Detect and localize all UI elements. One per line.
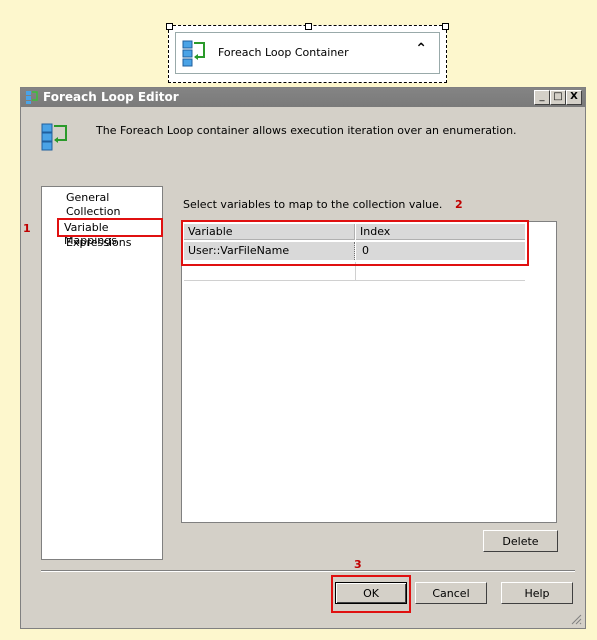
collapse-chevron-icon[interactable]: ⌃ bbox=[415, 41, 427, 57]
annotation-highlight-2 bbox=[181, 220, 529, 266]
mapping-instructions: Select variables to map to the collectio… bbox=[183, 198, 443, 211]
ok-button[interactable]: OK bbox=[335, 582, 407, 604]
window-title: Foreach Loop Editor bbox=[43, 90, 179, 104]
container-title: Foreach Loop Container bbox=[218, 46, 349, 59]
delete-button[interactable]: Delete bbox=[483, 530, 558, 552]
foreach-loop-container-shape[interactable]: Foreach Loop Container ⌃ bbox=[166, 23, 449, 83]
title-bar[interactable]: Foreach Loop Editor _ □ X bbox=[21, 88, 585, 107]
editor-description: The Foreach Loop container allows execut… bbox=[96, 124, 517, 137]
annotation-number-1: 1 bbox=[23, 222, 31, 235]
maximize-button[interactable]: □ bbox=[550, 90, 566, 105]
resize-handle[interactable] bbox=[442, 23, 449, 30]
foreach-loop-icon bbox=[41, 123, 67, 151]
window-app-icon bbox=[26, 91, 38, 104]
cancel-button[interactable]: Cancel bbox=[415, 582, 487, 604]
page-navigation-list: General Collection Variable Mappings Exp… bbox=[41, 186, 163, 560]
nav-item-expressions[interactable]: Expressions bbox=[66, 236, 131, 249]
nav-item-collection[interactable]: Collection bbox=[66, 205, 120, 218]
resize-handle[interactable] bbox=[305, 23, 312, 30]
help-button[interactable]: Help bbox=[501, 582, 573, 604]
container-header[interactable]: Foreach Loop Container ⌃ bbox=[175, 32, 440, 74]
nav-item-general[interactable]: General bbox=[66, 191, 109, 204]
minimize-button[interactable]: _ bbox=[534, 90, 550, 105]
close-button[interactable]: X bbox=[566, 90, 582, 105]
annotation-number-3: 3 bbox=[354, 558, 362, 571]
annotation-highlight-1 bbox=[57, 218, 163, 237]
resize-grip-icon[interactable] bbox=[570, 613, 582, 625]
resize-handle[interactable] bbox=[166, 23, 173, 30]
footer-separator bbox=[41, 570, 575, 572]
annotation-number-2: 2 bbox=[455, 198, 463, 211]
foreach-loop-icon bbox=[182, 40, 205, 67]
variable-mappings-grid[interactable]: Variable Index User::VarFileName 0 bbox=[181, 221, 557, 523]
foreach-loop-editor-window: Foreach Loop Editor _ □ X The Foreach Lo… bbox=[20, 87, 586, 629]
